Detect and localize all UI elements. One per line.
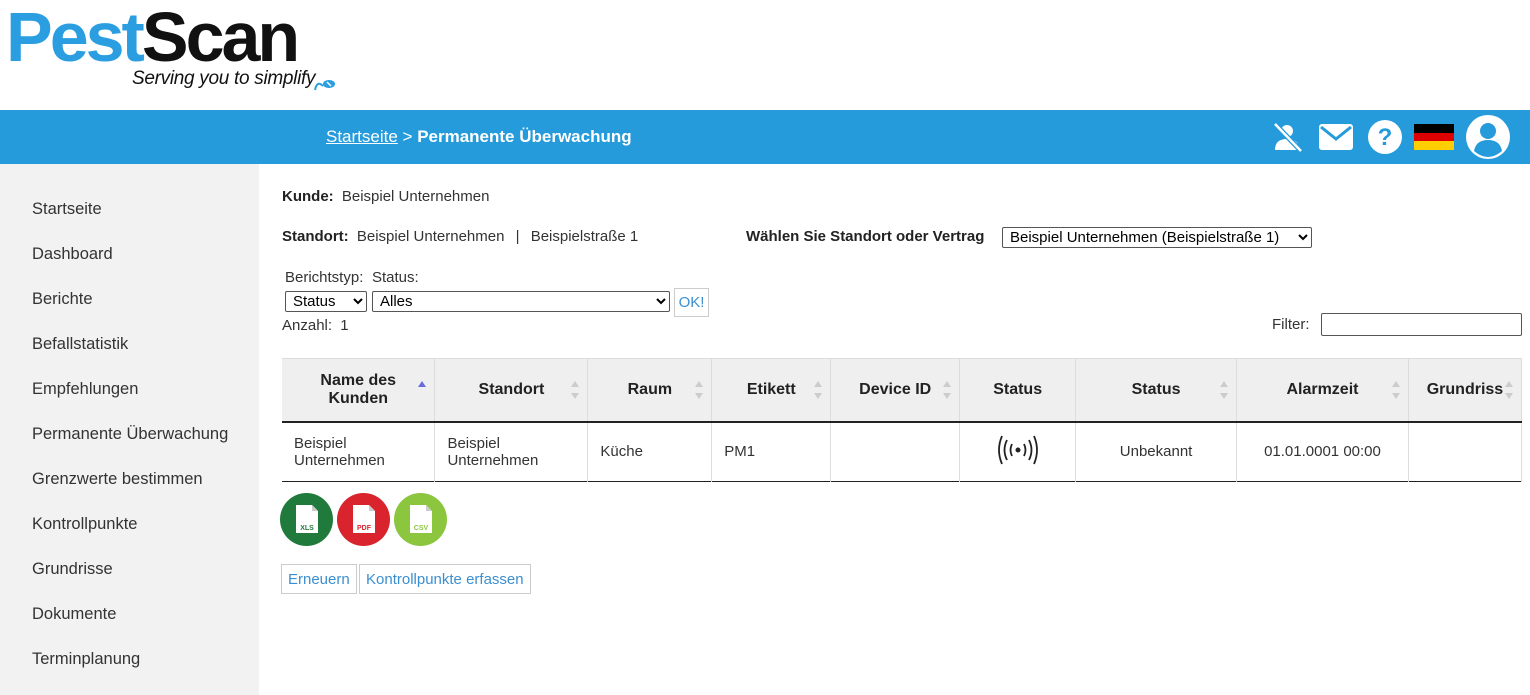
top-nav-bar: Startseite > Permanente Überwachung ?	[0, 110, 1530, 164]
cell-floorplan	[1408, 421, 1523, 482]
sidebar-item-dashboard[interactable]: Dashboard	[32, 245, 113, 264]
help-icon[interactable]: ?	[1360, 110, 1409, 164]
sidebar-item-dokumente[interactable]: Dokumente	[32, 605, 116, 624]
monitoring-table: Name des Kunden Standort Raum Etikett De…	[282, 358, 1523, 482]
sort-icon	[943, 380, 953, 399]
breadcrumb: Startseite > Permanente Überwachung	[326, 110, 632, 164]
sidebar-item-kontrollpunkte[interactable]: Kontrollpunkte	[32, 515, 138, 534]
location-name: Beispiel Unternehmen	[356, 228, 505, 245]
location-row: Standort: Beispiel Unternehmen | Beispie…	[282, 228, 638, 245]
sort-icon	[814, 380, 824, 399]
logo-wordmark: PestScan	[6, 0, 300, 76]
person-off-icon[interactable]	[1262, 110, 1311, 164]
sidebar-item-empfehlungen[interactable]: Empfehlungen	[32, 380, 138, 399]
sort-icon	[571, 380, 581, 399]
cell-alarm-time: 01.01.0001 00:00	[1236, 421, 1409, 482]
cell-customer: Beispiel Unternehmen	[282, 421, 436, 482]
filter-label: Filter:	[1272, 316, 1310, 333]
location-select[interactable]: Beispiel Unternehmen (Beispielstraße 1)	[1002, 227, 1312, 248]
count-row: Anzahl: 1	[282, 317, 349, 334]
main-content: Kunde: Beispiel Unternehmen Standort: Be…	[280, 164, 1523, 695]
csv-export-icon[interactable]: CSV	[394, 493, 447, 546]
sort-icon	[1220, 380, 1230, 399]
cell-status-icon	[959, 421, 1077, 482]
sidebar-item-befallstatistik[interactable]: Befallstatistik	[32, 335, 128, 354]
location-street: Beispielstraße 1	[530, 228, 639, 245]
sort-asc-icon	[418, 380, 428, 399]
cell-location: Beispiel Unternehmen	[434, 421, 589, 482]
status-select[interactable]: Alles	[372, 291, 670, 312]
location-label: Standort:	[282, 228, 349, 245]
sidebar-item-startseite[interactable]: Startseite	[32, 200, 102, 219]
ok-button[interactable]: OK!	[674, 288, 709, 317]
header-status-icon: Status	[959, 358, 1077, 422]
sidebar-item-grenzwerte[interactable]: Grenzwerte bestimmen	[32, 470, 203, 489]
logo-tagline: Serving you to simplify	[132, 68, 316, 89]
capture-checkpoints-button[interactable]: Kontrollpunkte erfassen	[359, 564, 531, 594]
filter-input[interactable]	[1321, 313, 1522, 336]
top-icon-group: ?	[1262, 110, 1518, 164]
svg-text:CSV: CSV	[414, 525, 429, 532]
sidebar-item-grundrisse[interactable]: Grundrisse	[32, 560, 113, 579]
sidebar-item-berichte[interactable]: Berichte	[32, 290, 93, 309]
header-status[interactable]: Status	[1075, 358, 1238, 422]
breadcrumb-current: Permanente Überwachung	[417, 127, 632, 146]
location-select-label: Wählen Sie Standort oder Vertrag	[746, 228, 985, 245]
cell-status: Unbekannt	[1075, 421, 1238, 482]
count-value: 1	[340, 317, 349, 334]
logo-bug-mark-icon	[314, 80, 335, 91]
german-flag-icon[interactable]	[1409, 110, 1458, 164]
sort-icon	[1505, 380, 1515, 399]
header-floorplan[interactable]: Grundriss	[1408, 358, 1523, 422]
customer-value: Beispiel Unternehmen	[341, 188, 490, 205]
pestscan-logo: PestScan Serving you to simplify	[6, 2, 346, 98]
mail-icon[interactable]	[1311, 110, 1360, 164]
status-filter-label: Status:	[372, 269, 419, 286]
svg-text:PDF: PDF	[357, 525, 372, 532]
sidebar-item-terminplanung[interactable]: Terminplanung	[32, 650, 140, 669]
svg-text:?: ?	[1377, 124, 1392, 151]
report-type-select[interactable]: Status	[285, 291, 367, 312]
header-label[interactable]: Etikett	[711, 358, 832, 422]
header-room[interactable]: Raum	[587, 358, 713, 422]
pdf-export-icon[interactable]: PDF	[337, 493, 390, 546]
user-avatar-icon[interactable]	[1458, 110, 1518, 164]
report-type-label: Berichtstyp:	[285, 269, 364, 286]
location-separator: |	[515, 228, 520, 245]
count-label: Anzahl:	[282, 317, 333, 334]
table-row[interactable]: Beispiel Unternehmen Beispiel Unternehme…	[282, 421, 1523, 482]
cell-label: PM1	[711, 421, 832, 482]
table-header-row: Name des Kunden Standort Raum Etikett De…	[282, 358, 1523, 422]
header-device-id[interactable]: Device ID	[830, 358, 961, 422]
header-alarm-time[interactable]: Alarmzeit	[1236, 358, 1409, 422]
cell-device-id	[830, 421, 961, 482]
breadcrumb-separator: >	[397, 127, 418, 146]
sidebar-item-permanente-ueberwachung[interactable]: Permanente Überwachung	[32, 425, 228, 444]
sort-icon	[695, 380, 705, 399]
sidebar: Startseite Dashboard Berichte Befallstat…	[0, 164, 259, 695]
breadcrumb-home-link[interactable]: Startseite	[326, 127, 398, 146]
customer-label: Kunde:	[282, 188, 334, 205]
header-customer-name[interactable]: Name des Kunden	[282, 358, 436, 422]
svg-text:XLS: XLS	[300, 525, 314, 532]
sort-icon	[1391, 380, 1402, 399]
wireless-signal-icon	[997, 435, 1038, 465]
customer-row: Kunde: Beispiel Unternehmen	[282, 188, 489, 205]
refresh-button[interactable]: Erneuern	[281, 564, 357, 594]
header-location[interactable]: Standort	[434, 358, 589, 422]
xls-export-icon[interactable]: XLS	[280, 493, 333, 546]
cell-room: Küche	[587, 421, 713, 482]
